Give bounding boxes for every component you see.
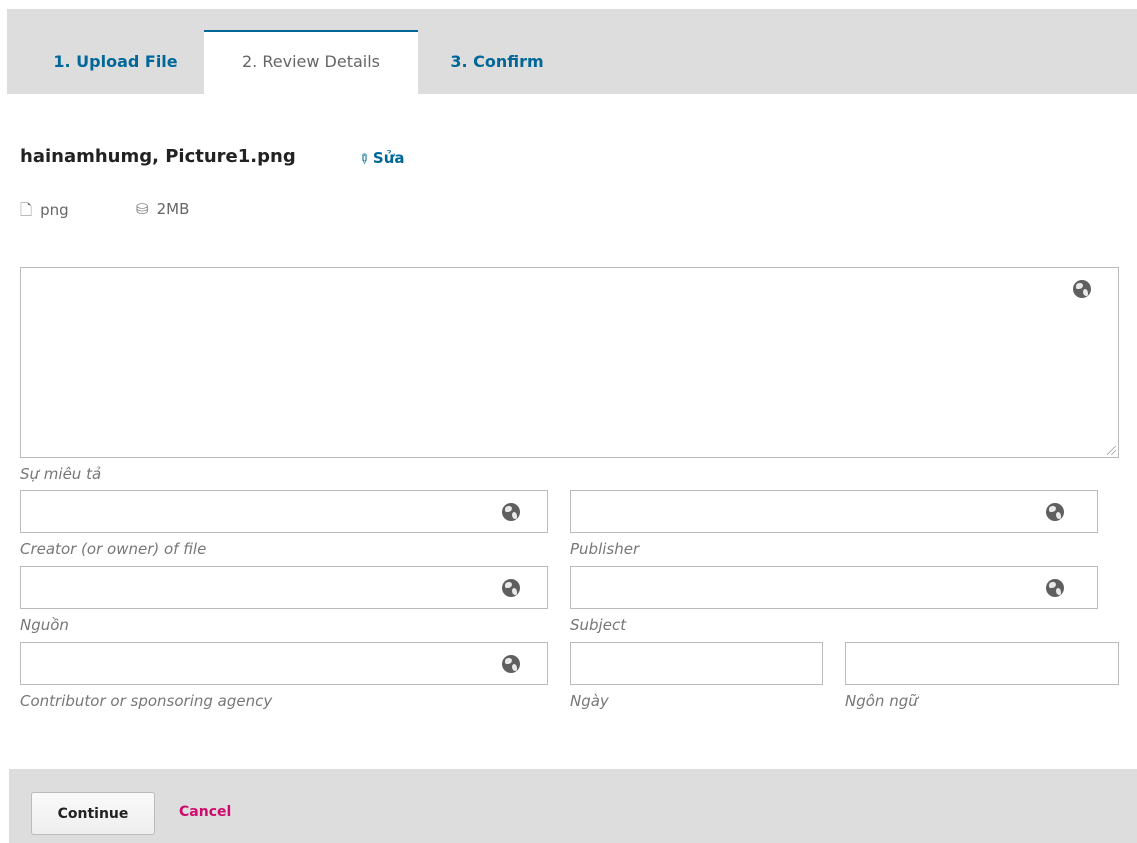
globe-icon[interactable]: [1046, 579, 1064, 597]
publisher-input[interactable]: [570, 490, 1098, 533]
wizard-tabs: 1. Upload File 2. Review Details 3. Conf…: [7, 9, 1137, 94]
description-textarea[interactable]: [20, 267, 1119, 458]
file-type-value: png: [40, 201, 69, 219]
creator-label: Creator (or owner) of file: [20, 540, 207, 558]
date-input[interactable]: [570, 642, 823, 685]
publisher-label: Publisher: [570, 540, 640, 558]
language-input[interactable]: [845, 642, 1119, 685]
continue-button[interactable]: Continue: [31, 792, 155, 835]
source-input[interactable]: [20, 566, 548, 609]
subject-label: Subject: [570, 616, 627, 634]
file-title: hainamhumg, Picture1.png: [20, 146, 296, 167]
file-icon: 🗋: [20, 201, 33, 219]
drive-icon: ⛁: [136, 200, 149, 218]
pencil-icon: ✎: [354, 150, 373, 169]
cancel-link[interactable]: Cancel: [179, 804, 231, 820]
contributor-label: Contributor or sponsoring agency: [20, 692, 273, 710]
resize-handle[interactable]: [1107, 446, 1116, 455]
edit-label: Sửa: [372, 149, 405, 167]
date-label: Ngày: [570, 692, 609, 710]
globe-icon[interactable]: [1073, 280, 1091, 298]
globe-icon[interactable]: [502, 655, 520, 673]
form-footer: Continue Cancel: [9, 769, 1137, 843]
subject-input[interactable]: [570, 566, 1098, 609]
tab-upload-file[interactable]: 1. Upload File: [28, 30, 203, 94]
globe-icon[interactable]: [502, 579, 520, 597]
tab-confirm[interactable]: 3. Confirm: [432, 30, 562, 94]
edit-file-link[interactable]: ✎Sửa: [354, 149, 405, 169]
globe-icon[interactable]: [502, 503, 520, 521]
file-size-value: 2MB: [156, 200, 190, 218]
creator-input[interactable]: [20, 490, 548, 533]
tab-review-details[interactable]: 2. Review Details: [204, 30, 418, 94]
description-label: Sự miêu tả: [20, 465, 102, 483]
language-label: Ngôn ngữ: [845, 692, 918, 710]
globe-icon[interactable]: [1046, 503, 1064, 521]
file-size: ⛁ 2MB: [136, 200, 189, 218]
source-label: Nguồn: [20, 616, 69, 634]
contributor-input[interactable]: [20, 642, 548, 685]
file-type: 🗋 png: [20, 200, 69, 225]
